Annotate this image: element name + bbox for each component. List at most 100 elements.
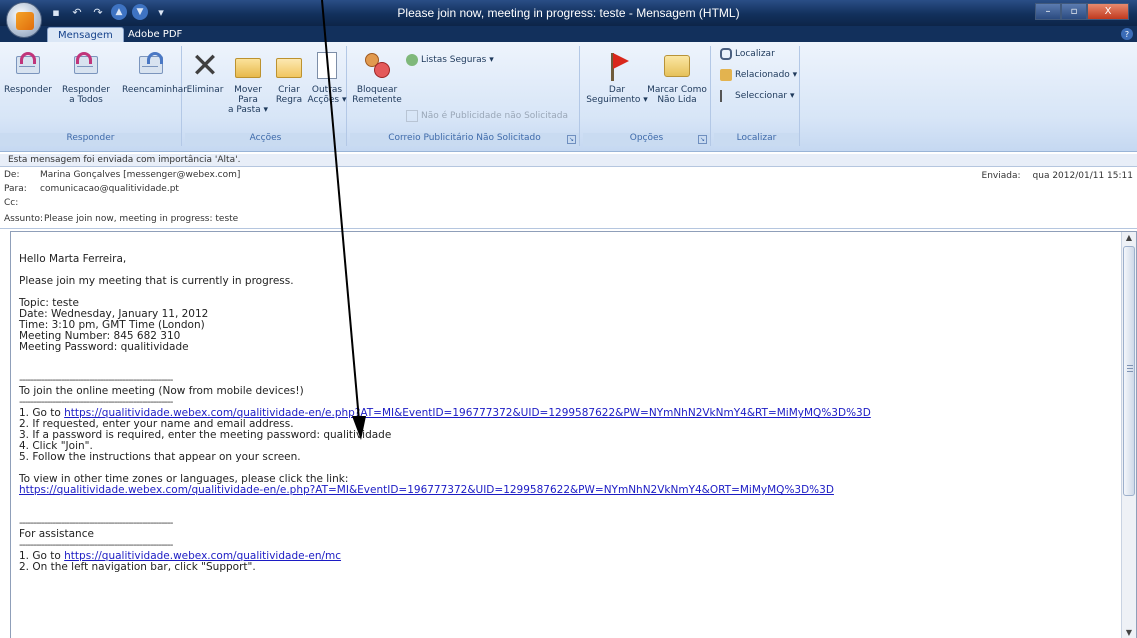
ribbon: Responder Responder a Todos Reencaminhar… xyxy=(0,42,1137,152)
safe-lists-button[interactable]: Listas Seguras ▾ xyxy=(406,54,494,66)
safe-lists-label: Listas Seguras ▾ xyxy=(421,55,494,65)
timezones-line: https://qualitividade.webex.com/qualitiv… xyxy=(19,484,1119,496)
other-actions-button[interactable]: Outras Acções ▾ xyxy=(307,50,347,105)
divider: ----------------------------------------… xyxy=(19,374,173,386)
from-label: De: xyxy=(4,170,20,180)
block-label: Bloquear xyxy=(356,85,398,95)
group-label-localizar: Localizar xyxy=(714,133,799,146)
create-rule-button[interactable]: Criar Regra xyxy=(271,50,307,105)
rule-label: Criar xyxy=(278,85,300,95)
safe-lists-icon xyxy=(406,54,418,66)
not-junk-button[interactable]: Não é Publicidade não Solicitada xyxy=(406,110,568,122)
junk-dialog-launcher-icon[interactable]: ↘ xyxy=(567,135,576,144)
group-localizar: Localizar Relacionado ▾ Seleccionar ▾ Lo… xyxy=(714,46,800,146)
group-responder: Responder Responder a Todos Reencaminhar… xyxy=(0,46,187,146)
find-label: Localizar xyxy=(735,49,775,59)
select-button[interactable]: Seleccionar ▾ xyxy=(720,90,795,102)
meeting-password-text: Meeting Password: qualitividade xyxy=(19,341,189,353)
move-folder-icon xyxy=(232,50,264,82)
group-opcoes: Dar Seguimento ▾ Marcar Como Não Lida Op… xyxy=(583,46,711,146)
move-label: Mover Para xyxy=(234,85,262,105)
delete-label: Eliminar xyxy=(186,85,224,95)
binoculars-icon xyxy=(720,48,732,60)
divider: ----------------------------------------… xyxy=(19,517,173,529)
delete-icon: ✕ xyxy=(190,46,220,86)
not-junk-label: Não é Publicidade não Solicitada xyxy=(421,111,569,121)
to-value[interactable]: comunicacao@qualitividade.pt xyxy=(40,184,179,194)
greeting: Hello Marta Ferreira, xyxy=(19,253,127,265)
reply-all-icon xyxy=(70,50,102,82)
tab-mensagem[interactable]: Mensagem xyxy=(47,27,124,42)
reply-all-label-2: a Todos xyxy=(69,95,103,105)
tab-adobe-pdf[interactable]: Adobe PDF xyxy=(118,27,192,42)
message-body[interactable]: Hello Marta Ferreira, Please join my mee… xyxy=(10,231,1137,638)
mark-unread-label: Marcar Como xyxy=(647,85,707,95)
find-button[interactable]: Localizar xyxy=(720,48,775,60)
mark-unread-icon xyxy=(661,50,693,82)
group-accoes: ✕ Eliminar Mover Para a Pasta ▾ Criar Re… xyxy=(185,46,347,146)
join-heading: To join the online meeting (Now from mob… xyxy=(19,385,304,397)
help-icon[interactable]: ? xyxy=(1121,28,1133,40)
group-label-junk: Correio Publicitário Não Solicitado xyxy=(350,133,579,146)
rule-label-2: Regra xyxy=(275,95,303,105)
office-button[interactable] xyxy=(6,2,42,38)
from-row: De: Marina Gonçalves [messenger@webex.co… xyxy=(4,170,240,180)
group-label-responder: Responder xyxy=(0,133,181,146)
ribbon-tabs: Mensagem Adobe PDF ? xyxy=(0,26,1137,42)
timezones-text: To view in other time zones or languages… xyxy=(19,473,349,485)
reply-button[interactable]: Responder xyxy=(2,50,54,95)
group-label-opcoes: Opções xyxy=(583,133,710,146)
move-to-folder-button[interactable]: Mover Para a Pasta ▾ xyxy=(225,50,271,115)
topic-text: Topic: teste xyxy=(19,297,79,309)
scroll-up-icon[interactable]: ▲ xyxy=(1122,232,1136,244)
meeting-number-text: Meeting Number: 845 682 310 xyxy=(19,330,181,342)
other-actions-label-2: Acções ▾ xyxy=(307,95,347,105)
related-label: Relacionado ▾ xyxy=(735,70,798,80)
sent-value: qua 2012/01/11 15:11 xyxy=(1032,171,1133,181)
reply-all-label: Responder xyxy=(62,85,110,95)
assist-step-1: 1. Go to https://qualitividade.webex.com… xyxy=(19,550,1119,562)
subject-value: Please join now, meeting in progress: te… xyxy=(44,214,239,224)
select-label: Seleccionar ▾ xyxy=(735,91,795,101)
related-button[interactable]: Relacionado ▾ xyxy=(720,69,797,81)
divider: ----------------------------------------… xyxy=(19,396,173,408)
timezones-link[interactable]: https://qualitividade.webex.com/qualitiv… xyxy=(19,484,834,496)
rule-icon xyxy=(273,50,305,82)
minimize-button[interactable]: – xyxy=(1035,3,1061,20)
group-label-accoes: Acções xyxy=(185,133,346,146)
reply-label: Responder xyxy=(4,85,52,95)
block-sender-button[interactable]: Bloquear Remetente xyxy=(352,50,402,105)
scroll-down-icon[interactable]: ▼ xyxy=(1122,627,1136,638)
subject-row: Assunto: Please join now, meeting in pro… xyxy=(4,214,238,224)
office-logo-icon xyxy=(16,12,34,30)
sent-label: Enviada: xyxy=(981,171,1021,181)
step-3: 3. If a password is required, enter the … xyxy=(19,429,392,441)
delete-button[interactable]: ✕ Eliminar xyxy=(185,46,225,95)
follow-up-flag-icon xyxy=(601,50,633,82)
window-title: Please join now, meeting in progress: te… xyxy=(397,6,740,20)
move-label-2: a Pasta ▾ xyxy=(227,105,269,115)
maximize-button[interactable]: ▫ xyxy=(1061,3,1087,20)
importance-infobar: Esta mensagem foi enviada com importânci… xyxy=(0,154,1137,167)
follow-up-label-2: Seguimento ▾ xyxy=(586,95,648,105)
message-content: Hello Marta Ferreira, Please join my mee… xyxy=(19,253,1119,573)
vertical-scrollbar[interactable]: ▲ ▼ xyxy=(1121,232,1136,638)
related-icon xyxy=(720,69,732,81)
from-value[interactable]: Marina Gonçalves [messenger@webex.com] xyxy=(40,170,240,180)
follow-up-button[interactable]: Dar Seguimento ▾ xyxy=(585,50,649,105)
title-bar: ▪ ↶ ↷ ▲ ▼ ▾ Please join now, meeting in … xyxy=(0,0,1137,26)
forward-icon xyxy=(135,50,167,82)
close-button[interactable]: X xyxy=(1087,3,1129,20)
step-5: 5. Follow the instructions that appear o… xyxy=(19,451,301,463)
forward-button[interactable]: Reencaminhar xyxy=(122,50,187,95)
window-controls: – ▫ X xyxy=(1035,3,1129,20)
reply-all-button[interactable]: Responder a Todos xyxy=(60,50,112,105)
to-label: Para: xyxy=(4,184,27,194)
options-dialog-launcher-icon[interactable]: ↘ xyxy=(698,135,707,144)
mark-unread-button[interactable]: Marcar Como Não Lida xyxy=(647,50,707,105)
divider: ----------------------------------------… xyxy=(19,539,173,551)
cc-row: Cc: xyxy=(4,198,40,208)
step-4: 4. Click "Join". xyxy=(19,440,93,452)
scroll-thumb[interactable] xyxy=(1123,246,1135,496)
step-2: 2. If requested, enter your name and ema… xyxy=(19,418,294,430)
